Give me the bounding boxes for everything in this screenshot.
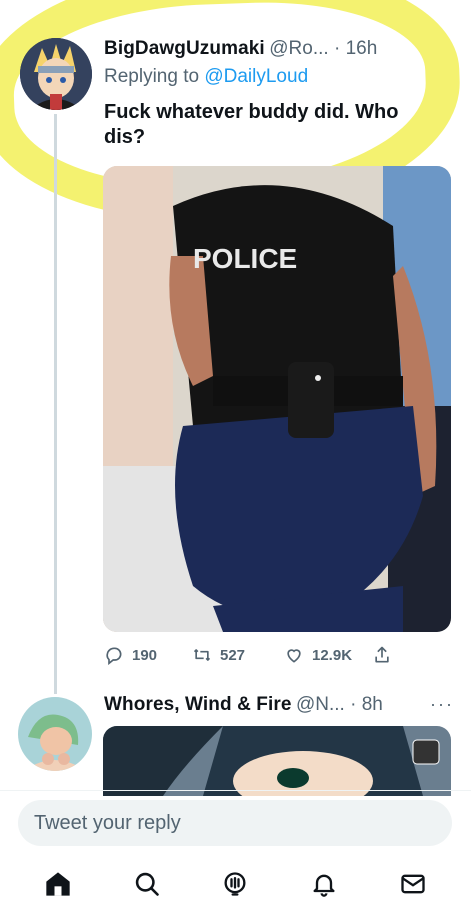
more-icon[interactable]: ··· [430, 694, 454, 716]
handle-time[interactable]: @Ro... · 16h [269, 38, 377, 59]
media-image [103, 726, 451, 796]
reply-count: 190 [132, 646, 158, 664]
retweet-count: 527 [220, 646, 246, 664]
spaces-icon[interactable] [221, 870, 249, 898]
home-icon[interactable] [44, 870, 72, 898]
notifications-icon[interactable] [310, 870, 338, 898]
replying-to: Replying to @DailyLoud [104, 66, 308, 88]
like-action[interactable]: 12.9K [284, 645, 352, 665]
media-image: POLICE [103, 166, 451, 632]
tweet-text: Fuck whatever buddy did. Who dis? [104, 101, 399, 148]
bottom-nav [0, 862, 471, 906]
share-icon [375, 646, 389, 663]
display-name[interactable]: Whores, Wind & Fire [104, 694, 292, 715]
share-action[interactable] [372, 645, 392, 665]
retweet-action[interactable]: 527 [192, 645, 245, 665]
like-count: 12.9K [312, 646, 353, 664]
avatar[interactable] [20, 38, 92, 110]
reply-input[interactable]: Tweet your reply [18, 800, 452, 846]
heart-icon [287, 649, 301, 663]
retweet-icon [193, 649, 211, 661]
replying-to-label: Replying to [104, 66, 200, 87]
handle-time[interactable]: @N... · 8h [296, 694, 383, 715]
messages-icon[interactable] [399, 870, 427, 898]
avatar[interactable] [18, 697, 92, 771]
thread-connector [54, 114, 57, 694]
reply-action[interactable]: 190 [104, 645, 157, 665]
search-icon[interactable] [133, 870, 161, 898]
composer-divider [0, 790, 471, 791]
display-name[interactable]: BigDawgUzumaki [104, 38, 265, 59]
police-label: POLICE [193, 243, 297, 274]
replying-to-handle[interactable]: @DailyLoud [204, 66, 308, 87]
reply-icon [106, 647, 122, 665]
tweet-media[interactable]: POLICE [103, 166, 451, 632]
tweet-header: Whores, Wind & Fire @N... · 8h ··· [104, 694, 454, 716]
tweet-media[interactable] [103, 726, 451, 796]
tweet-header: BigDawgUzumaki @Ro... · 16h [104, 38, 454, 60]
